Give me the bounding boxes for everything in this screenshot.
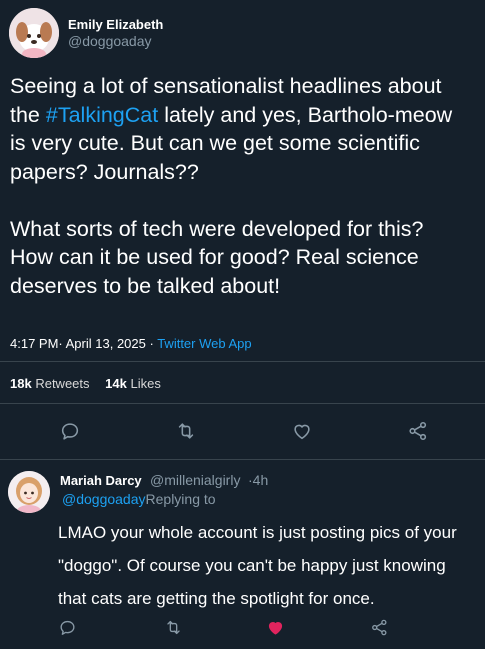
tweet-stats: 18k Retweets 14k Likes (10, 376, 173, 391)
girl-avatar-image (8, 471, 50, 513)
author-avatar[interactable] (9, 8, 59, 58)
comment-icon (59, 620, 75, 635)
reply-author-handle[interactable]: @millenialgirly (150, 472, 240, 488)
likes-stat[interactable]: 14k Likes (105, 376, 161, 391)
share-icon (409, 421, 427, 441)
divider (0, 403, 485, 404)
divider (0, 459, 485, 460)
tweet-meta: 4:17 PM· April 13, 2025 · Twitter Web Ap… (10, 336, 252, 351)
heart-icon (294, 424, 310, 440)
retweet-button[interactable] (173, 418, 199, 444)
reply-reply-button[interactable] (54, 614, 80, 640)
reply-timestamp[interactable]: ·4h (248, 472, 268, 488)
tweet-paragraph-1: Seeing a lot of sensationalist headlines… (10, 72, 470, 186)
author-handle[interactable]: @doggoaday (68, 33, 152, 49)
share-icon (371, 619, 387, 635)
hashtag-link[interactable]: #TalkingCat (46, 103, 158, 127)
retweets-count: 18k (10, 376, 32, 391)
like-button[interactable] (289, 418, 315, 444)
reply-button[interactable] (57, 418, 83, 444)
divider (0, 361, 485, 362)
reply-text: LMAO your whole account is just posting … (58, 523, 457, 608)
tweet-text: Seeing a lot of sensationalist headlines… (10, 72, 470, 300)
likes-count: 14k (105, 376, 127, 391)
reply-retweet-button[interactable] (160, 614, 186, 640)
comment-icon (61, 423, 79, 440)
heart-icon (268, 621, 282, 635)
reply-like-button[interactable] (262, 614, 288, 640)
source-app-link[interactable]: Twitter Web App (157, 336, 251, 351)
tweet-timestamp[interactable]: 4:17 PM· April 13, 2025 · (10, 336, 154, 351)
share-button[interactable] (405, 418, 431, 444)
retweet-icon (178, 423, 194, 439)
author-name[interactable]: Emily Elizabeth (68, 17, 163, 32)
likes-label: Likes (130, 376, 161, 391)
reply-author-name[interactable]: Mariah Darcy (60, 473, 142, 488)
retweets-stat[interactable]: 18k Retweets (10, 376, 90, 391)
dog-avatar-image (9, 8, 59, 58)
tweet-paragraph-2: What sorts of tech were developed for th… (10, 216, 424, 298)
replying-to-label: Replying to (145, 491, 216, 507)
replying-to-mention[interactable]: @doggoaday (62, 491, 146, 507)
retweet-icon (166, 620, 180, 634)
reply-share-button[interactable] (366, 614, 392, 640)
replying-to: @doggoadayReplying to (62, 491, 216, 507)
reply-author-avatar[interactable] (8, 471, 50, 513)
retweets-label: Retweets (35, 376, 90, 391)
